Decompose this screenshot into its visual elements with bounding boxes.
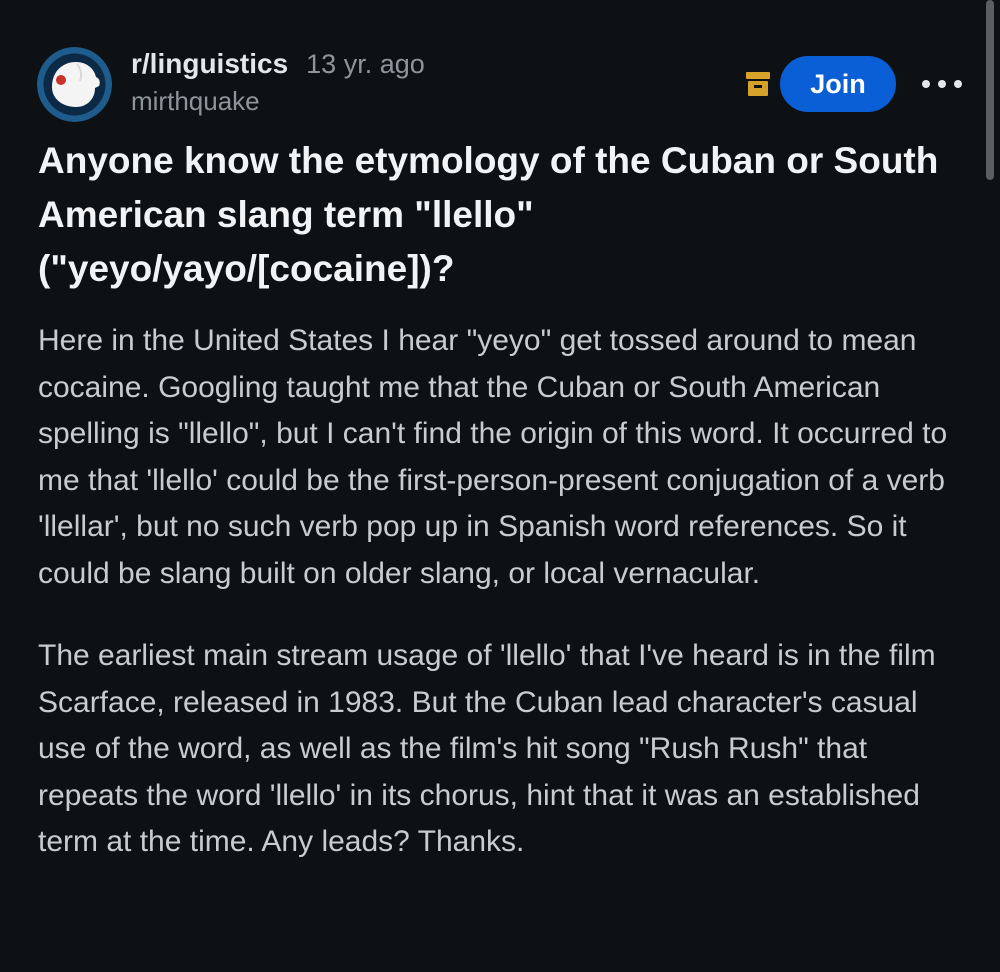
more-dot: [954, 80, 962, 88]
archive-icon: [745, 70, 771, 98]
post-timestamp: 13 yr. ago: [306, 49, 425, 79]
scrollbar[interactable]: [986, 0, 994, 180]
post-body-paragraph: Here in the United States I hear "yeyo" …: [38, 324, 948, 590]
post-meta: r/linguistics 13 yr. ago: [131, 48, 425, 80]
author-username[interactable]: mirthquake: [131, 86, 260, 117]
more-dot: [938, 80, 946, 88]
post-header: r/linguistics 13 yr. ago mirthquake Join: [0, 0, 1000, 130]
post-body: Here in the United States I hear "yeyo" …: [38, 318, 968, 902]
join-button[interactable]: Join: [780, 56, 896, 112]
more-dot: [922, 80, 930, 88]
subreddit-avatar-icon[interactable]: [37, 47, 112, 122]
subreddit-link[interactable]: r/linguistics: [131, 48, 288, 80]
post-body-paragraph: The earliest main stream usage of 'llell…: [38, 639, 936, 858]
post-title[interactable]: Anyone know the etymology of the Cuban o…: [38, 134, 958, 296]
more-options-icon[interactable]: [922, 70, 962, 98]
